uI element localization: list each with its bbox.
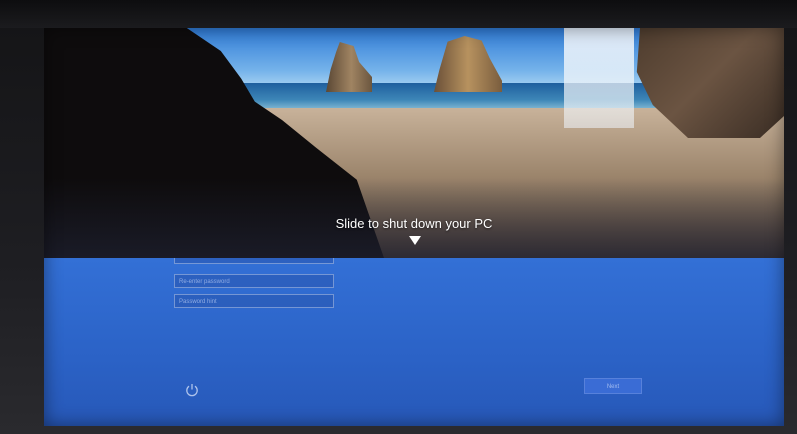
previous-field[interactable] <box>174 258 334 264</box>
screen-glare <box>564 28 634 128</box>
screen: Re-enter password Password hint Next Sli… <box>44 28 784 426</box>
reenter-password-field[interactable]: Re-enter password <box>174 274 334 288</box>
photo-frame: Re-enter password Password hint Next Sli… <box>0 0 797 434</box>
next-button[interactable]: Next <box>584 378 642 394</box>
triangle-down-icon[interactable] <box>409 236 421 245</box>
shutdown-prompt: Slide to shut down your PC <box>335 216 493 231</box>
monitor-bezel <box>0 0 797 28</box>
power-icon[interactable] <box>184 382 200 398</box>
login-area: Re-enter password Password hint Next <box>44 258 784 426</box>
lock-screen-wallpaper[interactable]: Slide to shut down your PC <box>44 28 784 258</box>
password-hint-field[interactable]: Password hint <box>174 294 334 308</box>
